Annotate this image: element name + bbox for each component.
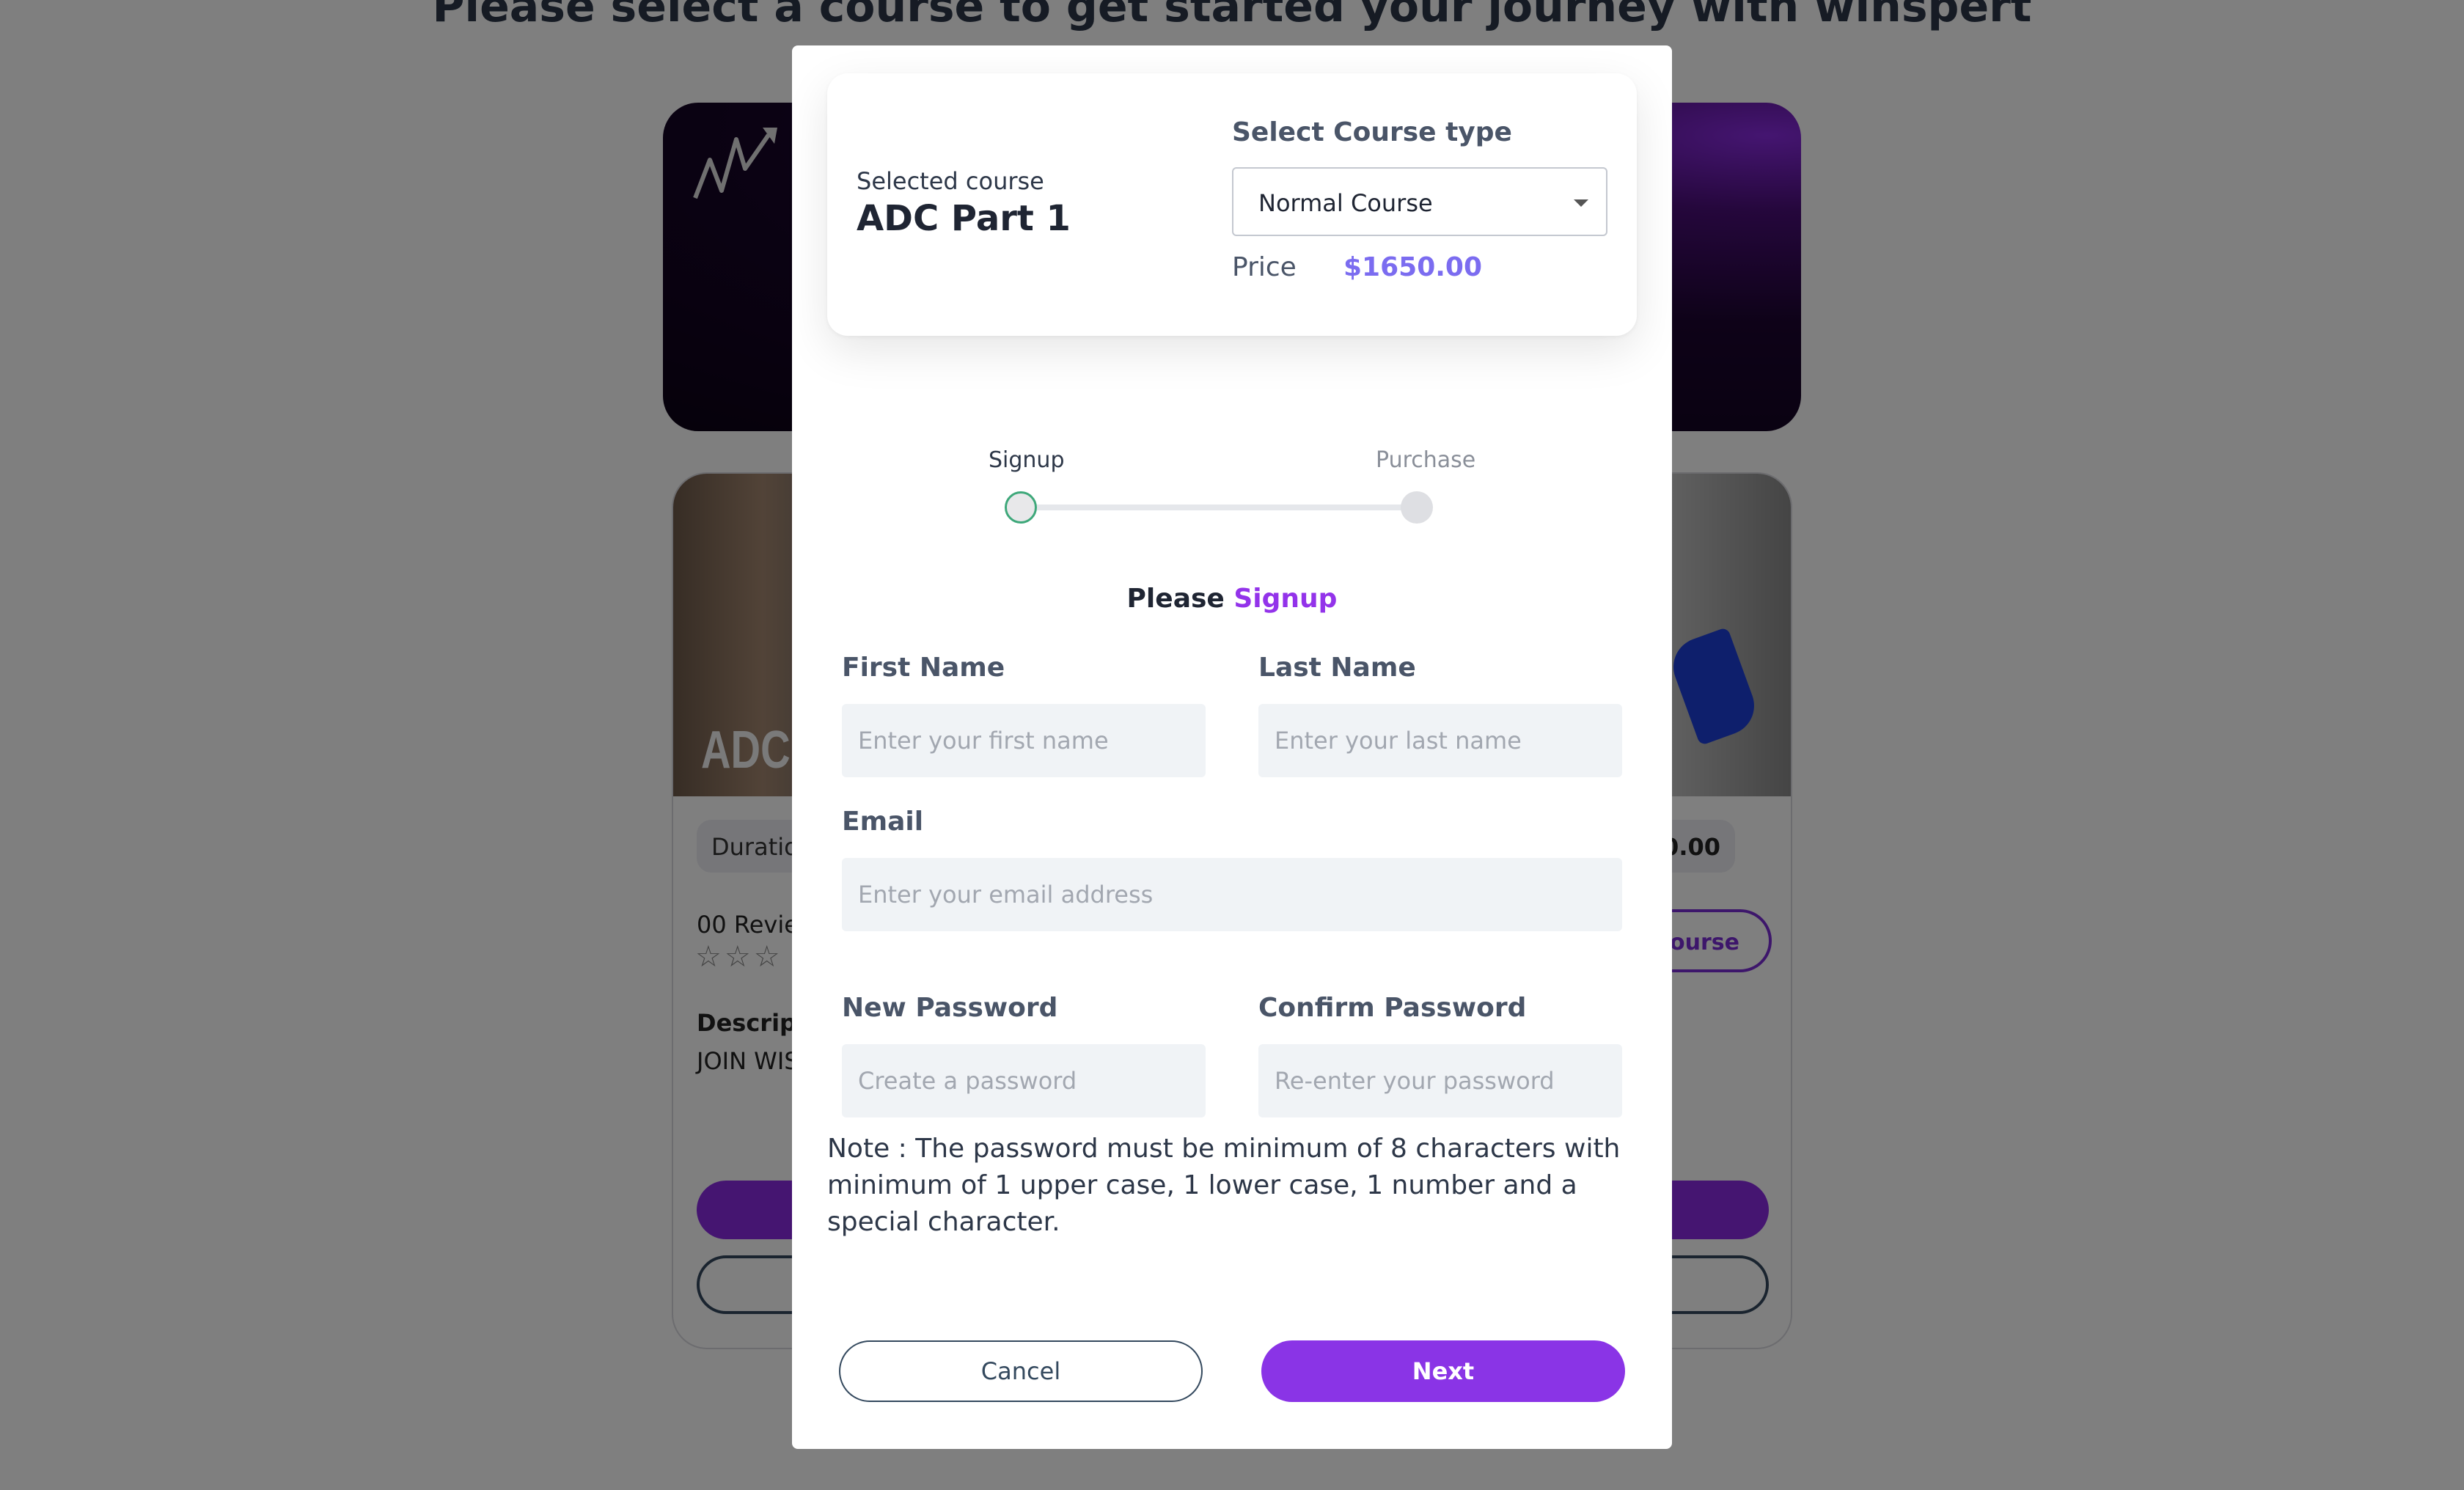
new-password-label: New Password xyxy=(842,993,1058,1023)
step-indicator-signup xyxy=(1005,491,1037,524)
form-heading-prefix: Please xyxy=(1126,584,1225,614)
first-name-input[interactable] xyxy=(842,704,1206,777)
course-type-value: Normal Course xyxy=(1258,189,1433,217)
page: Please select a course to get started yo… xyxy=(0,0,2464,1490)
stepper-track xyxy=(1022,504,1411,510)
next-button[interactable]: Next xyxy=(1261,1340,1625,1402)
signup-modal: Selected course ADC Part 1 Select Course… xyxy=(792,45,1672,1449)
course-type-select[interactable]: Normal Course xyxy=(1232,167,1607,236)
last-name-label: Last Name xyxy=(1258,653,1416,683)
confirm-password-label: Confirm Password xyxy=(1258,993,1527,1023)
selected-course-name: ADC Part 1 xyxy=(857,198,1071,239)
last-name-input[interactable] xyxy=(1258,704,1622,777)
price-label: Price xyxy=(1232,252,1297,282)
password-requirements-note: Note : The password must be minimum of 8… xyxy=(827,1134,1621,1237)
step-label-purchase: Purchase xyxy=(1376,447,1476,473)
email-label: Email xyxy=(842,807,924,837)
chevron-down-icon xyxy=(1574,199,1588,207)
step-indicator-purchase xyxy=(1401,491,1433,524)
step-label-signup: Signup xyxy=(989,447,1065,473)
form-heading-accent: Signup xyxy=(1233,584,1338,614)
email-input[interactable] xyxy=(842,858,1622,931)
form-heading: Please Signup xyxy=(792,584,1672,614)
confirm-password-input[interactable] xyxy=(1258,1044,1622,1118)
new-password-input[interactable] xyxy=(842,1044,1206,1118)
selected-course-panel: Selected course ADC Part 1 Select Course… xyxy=(827,73,1637,336)
selected-course-label: Selected course xyxy=(857,167,1044,195)
price-value: $1650.00 xyxy=(1343,252,1483,282)
cancel-button[interactable]: Cancel xyxy=(839,1340,1203,1402)
first-name-label: First Name xyxy=(842,653,1005,683)
course-type-label: Select Course type xyxy=(1232,117,1512,147)
